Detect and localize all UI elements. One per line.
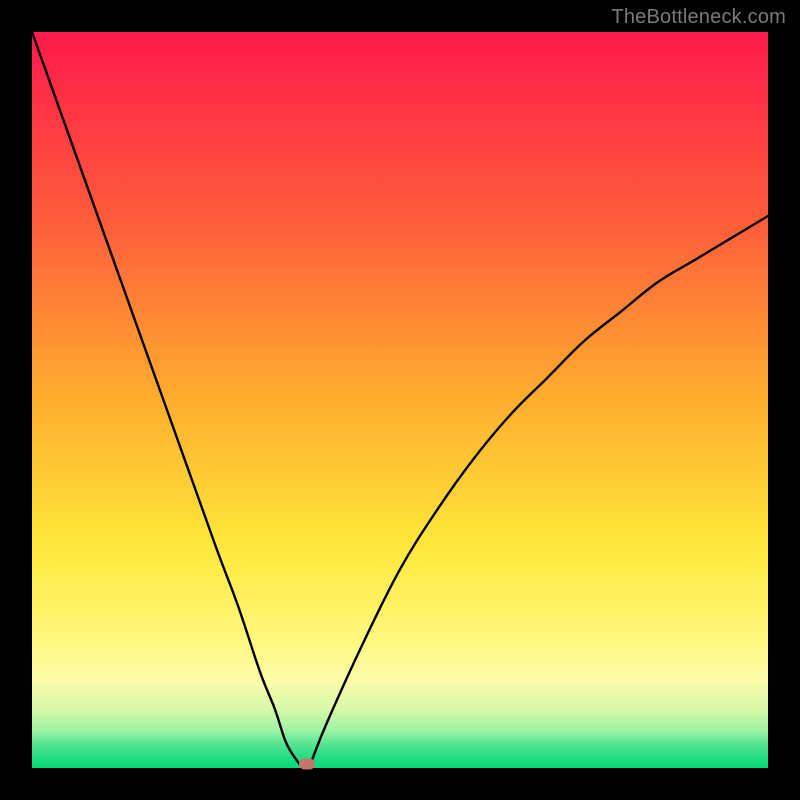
chart-frame: TheBottleneck.com [0, 0, 800, 800]
curve-svg [32, 32, 768, 768]
watermark-text: TheBottleneck.com [611, 6, 786, 29]
optimal-point-marker [299, 759, 315, 770]
plot-area [32, 32, 768, 768]
bottleneck-curve [32, 32, 768, 768]
